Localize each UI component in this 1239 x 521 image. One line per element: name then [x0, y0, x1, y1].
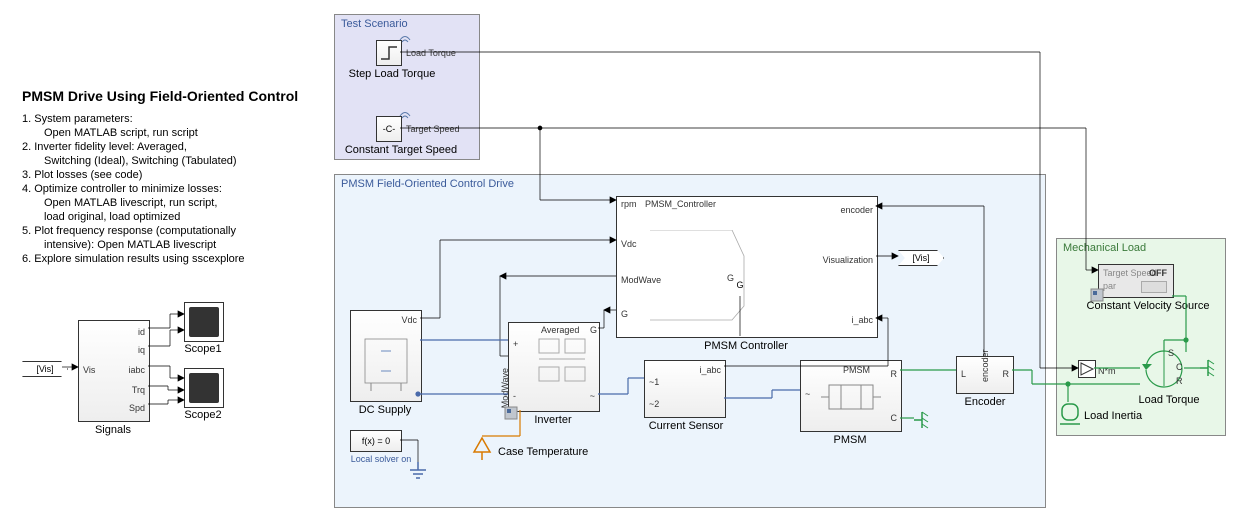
mech-ref-icon — [912, 410, 936, 430]
port-plus: + — [513, 339, 518, 349]
step-icon — [377, 41, 401, 65]
port-rpm: rpm — [621, 199, 637, 209]
mech-ref-icon — [1198, 358, 1222, 378]
simscape-icon — [504, 406, 518, 420]
port-g: G — [590, 325, 597, 335]
port-pmsm-tilde: ~ — [805, 389, 810, 399]
signals-block[interactable]: Vis id iq iabc Trq Spd — [78, 320, 150, 422]
port-g-bottom — [623, 353, 631, 361]
port-vis: Vis — [83, 365, 95, 375]
constant-port: Target Speed — [406, 124, 460, 134]
port-spd: Spd — [129, 403, 145, 413]
load-inertia-icon[interactable] — [1058, 402, 1082, 430]
port-tilde: ~ — [590, 391, 595, 401]
elec-ground-icon — [408, 462, 428, 486]
load-torque-label: Load Torque — [1124, 394, 1214, 406]
port-pmsm-r: R — [891, 369, 898, 379]
case-temp-label: Case Temperature — [498, 446, 608, 458]
subsystem-title: Mechanical Load — [1063, 242, 1146, 254]
subsystem-test-scenario[interactable]: Test Scenario — [334, 14, 480, 160]
port-tilde2: ~2 — [649, 399, 659, 409]
solver-config-block[interactable]: f(x) = 0 — [350, 430, 402, 452]
controller-inner-icon — [650, 230, 850, 326]
note-line: 1. System parameters: — [22, 112, 245, 126]
subsystem-title: Test Scenario — [341, 18, 408, 30]
lt-r: R — [1176, 376, 1183, 386]
scope2[interactable] — [184, 368, 224, 408]
pmsm-title: PMSM — [843, 365, 870, 375]
port-modwave: ModWave — [500, 368, 510, 408]
pmsm-label: PMSM — [800, 434, 900, 446]
cvs-field — [1141, 281, 1167, 293]
port-iabc: iabc — [128, 365, 145, 375]
encoder-block[interactable]: L R encoder — [956, 356, 1014, 394]
inverter-label: Inverter — [508, 414, 598, 426]
scope1[interactable] — [184, 302, 224, 342]
port-ctrl-encoder: encoder — [840, 205, 873, 215]
port-ctrl-vdc: Vdc — [621, 239, 637, 249]
constant-label: Constant Target Speed — [336, 144, 466, 156]
cvs-par-label: par — [1103, 281, 1116, 291]
cvs-off: OFF — [1149, 268, 1167, 278]
lt-c: C — [1176, 362, 1183, 372]
load-torque-block[interactable] — [1140, 348, 1192, 390]
encoder-label: Encoder — [950, 396, 1020, 408]
port-enc-r: R — [1003, 369, 1010, 379]
cvs-block[interactable]: Target Speed par OFF — [1098, 264, 1174, 298]
cvs-label: Constant Velocity Source — [1078, 300, 1218, 312]
note-line: 6. Explore simulation results using ssce… — [22, 252, 245, 266]
port-ctrl-iabc: i_abc — [851, 315, 873, 325]
lt-nm: N*m — [1098, 366, 1116, 376]
port-vdc: Vdc — [401, 315, 417, 325]
inverter-mode: Averaged — [541, 325, 579, 335]
from-tag-vis[interactable]: [Vis] — [22, 361, 68, 377]
note-line: 5. Plot frequency response (computationa… — [22, 224, 245, 238]
note-line: Open MATLAB script, run script — [22, 126, 245, 140]
port-id: id — [138, 327, 145, 337]
pmsm-block[interactable]: PMSM ~ R C — [800, 360, 902, 432]
port-enc-encoder: encoder — [980, 346, 990, 382]
port-ctrl-g: G — [621, 309, 628, 319]
dc-supply-block[interactable]: Vdc — [350, 310, 422, 402]
current-sensor-label: Current Sensor — [636, 420, 736, 432]
port-pmsm-c: C — [891, 413, 898, 423]
dc-supply-label: DC Supply — [350, 404, 420, 416]
note-line: Open MATLAB livescript, run script, — [22, 196, 245, 210]
current-sensor-block[interactable]: i_abc ~1 ~2 — [644, 360, 726, 418]
load-inertia-label: Load Inertia — [1084, 410, 1164, 422]
port-iq: iq — [138, 345, 145, 355]
inverter-icon — [509, 323, 599, 411]
scope2-label: Scope2 — [170, 409, 236, 421]
port-minus: - — [513, 391, 516, 401]
step-port: Load Torque — [406, 48, 456, 58]
sps-icon — [1079, 361, 1095, 377]
subsystem-title: PMSM Field-Oriented Control Drive — [341, 178, 514, 190]
port-tilde1: ~1 — [649, 377, 659, 387]
port-trq: Trq — [132, 385, 145, 395]
scope1-label: Scope1 — [170, 343, 236, 355]
inverter-block[interactable]: ModWave G Averaged + - ~ — [508, 322, 600, 412]
thermal-ref-icon — [470, 436, 494, 464]
step-label: Step Load Torque — [342, 68, 442, 80]
port-iabc: i_abc — [699, 365, 721, 375]
constant-block[interactable]: -C- — [376, 116, 402, 142]
controller-title: PMSM_Controller — [645, 199, 716, 209]
lt-s: S — [1168, 348, 1174, 358]
note-line: load original, load optimized — [22, 210, 245, 224]
goto-tag-vis[interactable]: [Vis] — [898, 250, 944, 266]
note-line: Switching (Ideal), Switching (Tabulated) — [22, 154, 245, 168]
signals-label: Signals — [78, 424, 148, 436]
sps-converter[interactable] — [1078, 360, 1096, 378]
note-line: 3. Plot losses (see code) — [22, 168, 245, 182]
pmsm-controller-label: PMSM Controller — [616, 340, 876, 352]
page-title: PMSM Drive Using Field-Oriented Control — [22, 88, 298, 104]
note-line: 4. Optimize controller to minimize losse… — [22, 182, 245, 196]
note-line: intensive): Open MATLAB livescript — [22, 238, 245, 252]
note-line: 2. Inverter fidelity level: Averaged, — [22, 140, 245, 154]
port-enc-l: L — [961, 369, 966, 379]
step-block[interactable] — [376, 40, 402, 66]
